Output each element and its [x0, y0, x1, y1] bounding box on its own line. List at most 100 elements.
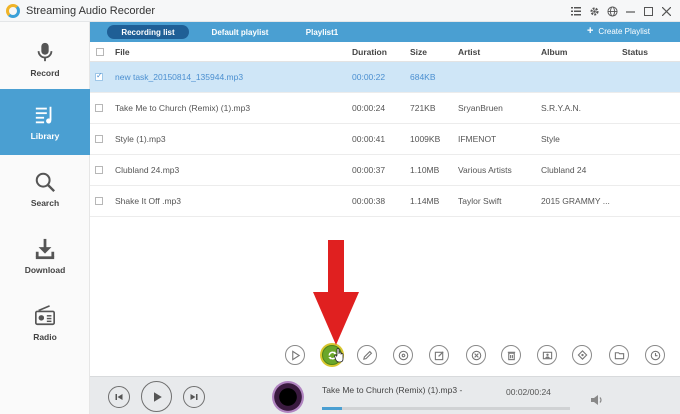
table-row[interactable]: new task_20150814_135944.mp3 00:00:22 68… — [90, 62, 680, 93]
row-checkbox[interactable] — [95, 135, 103, 143]
cd-burn-icon — [398, 350, 408, 360]
row-checkbox[interactable] — [95, 166, 103, 174]
edit-tags-icon — [434, 350, 444, 360]
cell-duration: 00:00:37 — [352, 165, 386, 175]
identify-icon — [577, 349, 587, 360]
tab-playlist1[interactable]: Playlist1 — [295, 25, 349, 39]
settings-gear-icon[interactable] — [586, 2, 602, 20]
header-album[interactable]: Album — [541, 42, 567, 62]
cell-artist: IFMENOT — [458, 134, 497, 144]
cell-album: Style — [541, 134, 560, 144]
tab-default-playlist[interactable]: Default playlist — [198, 25, 282, 39]
cell-duration: 00:00:22 — [352, 72, 386, 82]
album-art — [272, 381, 304, 413]
app-logo-icon — [6, 3, 20, 18]
row-checkbox[interactable] — [95, 197, 103, 205]
ringtone-icon — [542, 351, 552, 359]
header-duration[interactable]: Duration — [352, 42, 387, 62]
cell-size: 721KB — [410, 103, 436, 113]
sidebar-item-label: Library — [30, 130, 60, 141]
cell-album: Clubland 24 — [541, 165, 587, 175]
library-icon — [35, 106, 52, 124]
maximize-icon[interactable] — [640, 2, 656, 20]
row-checkbox[interactable] — [95, 104, 103, 112]
table-row[interactable]: Take Me to Church (Remix) (1).mp3 00:00:… — [90, 93, 680, 124]
menu-list-icon[interactable] — [568, 2, 584, 20]
next-icon — [190, 394, 198, 400]
language-globe-icon[interactable] — [604, 2, 620, 20]
sidebar-item-label: Record — [30, 67, 60, 78]
header-artist[interactable]: Artist — [458, 42, 480, 62]
minimize-icon[interactable] — [622, 2, 638, 20]
header-size[interactable]: Size — [410, 42, 427, 62]
action-toolbar — [90, 336, 680, 376]
sidebar-item-label: Radio — [33, 331, 57, 342]
create-playlist-label: Create Playlist — [598, 26, 650, 36]
play-button[interactable] — [285, 345, 305, 365]
sidebar-item-search[interactable]: Search — [0, 156, 90, 222]
sidebar-item-record[interactable]: Record — [0, 26, 90, 92]
remove-button[interactable] — [466, 345, 486, 365]
search-icon — [35, 172, 56, 192]
cell-artist: Taylor Swift — [458, 196, 502, 206]
edit-button[interactable] — [357, 345, 377, 365]
play-pause-button[interactable] — [141, 381, 172, 412]
create-playlist-button[interactable]: + Create Playlist — [586, 25, 650, 37]
plus-icon: + — [586, 25, 594, 37]
header-file[interactable]: File — [115, 42, 130, 62]
cell-duration: 00:00:24 — [352, 103, 386, 113]
progress-fill — [322, 407, 342, 410]
sidebar-item-radio[interactable]: Radio — [0, 290, 90, 356]
sidebar-item-label: Download — [24, 264, 66, 275]
progress-bar[interactable] — [322, 407, 570, 410]
cell-file: new task_20150814_135944.mp3 — [115, 72, 244, 82]
table-row[interactable]: Style (1).mp3 00:00:41 1009KB IFMENOT St… — [90, 124, 680, 155]
cd-burn-button[interactable] — [393, 345, 413, 365]
player-bar: Take Me to Church (Remix) (1).mp3 - 00:0… — [90, 376, 680, 414]
table-row[interactable]: Shake It Off .mp3 00:00:38 1.14MB Taylor… — [90, 186, 680, 217]
play-icon — [153, 391, 162, 402]
cell-file: Style (1).mp3 — [115, 134, 166, 144]
row-checkbox[interactable] — [95, 71, 103, 81]
title-bar: Streaming Audio Recorder — [0, 0, 680, 22]
ringtone-button[interactable] — [537, 345, 557, 365]
sidebar-item-label: Search — [30, 197, 60, 208]
edit-tags-button[interactable] — [429, 345, 449, 365]
select-all-checkbox[interactable] — [96, 48, 104, 56]
volume-icon[interactable] — [590, 394, 604, 406]
delete-button[interactable] — [501, 345, 521, 365]
tab-recording-list[interactable]: Recording list — [107, 25, 189, 39]
open-folder-button[interactable] — [609, 345, 629, 365]
cell-file: Clubland 24.mp3 — [115, 165, 180, 175]
cell-duration: 00:00:41 — [352, 134, 386, 144]
sidebar-item-download[interactable]: Download — [0, 223, 90, 289]
table-header: File Duration Size Artist Album Status — [90, 42, 680, 62]
cell-file: Take Me to Church (Remix) (1).mp3 — [115, 103, 251, 113]
folder-icon — [614, 351, 624, 359]
red-arrow-annotation — [313, 240, 359, 345]
cell-size: 1009KB — [410, 134, 441, 144]
cell-album: 2015 GRAMMY ... — [541, 196, 610, 206]
cell-size: 1.14MB — [410, 196, 440, 206]
schedule-button[interactable] — [645, 345, 665, 365]
cell-artist: Various Artists — [458, 165, 512, 175]
table-row[interactable]: Clubland 24.mp3 00:00:37 1.10MB Various … — [90, 155, 680, 186]
hand-cursor-icon — [334, 348, 344, 363]
delete-icon — [507, 351, 515, 360]
next-track-button[interactable] — [183, 386, 205, 408]
cell-album: S.R.Y.A.N. — [541, 103, 581, 113]
cell-file: Shake It Off .mp3 — [115, 196, 181, 206]
sidebar-item-library[interactable]: Library — [0, 89, 90, 155]
remove-icon — [471, 350, 481, 360]
app-title: Streaming Audio Recorder — [26, 4, 156, 17]
edit-icon — [362, 350, 372, 360]
schedule-icon — [650, 350, 660, 360]
app-window: Streaming Audio Recorder Record Library … — [0, 0, 680, 414]
close-icon[interactable] — [658, 2, 674, 20]
cell-duration: 00:00:38 — [352, 196, 386, 206]
cell-size: 684KB — [410, 72, 436, 82]
header-status[interactable]: Status — [622, 42, 648, 62]
radio-icon — [35, 304, 55, 325]
previous-track-button[interactable] — [108, 386, 130, 408]
identify-button[interactable] — [572, 345, 592, 365]
